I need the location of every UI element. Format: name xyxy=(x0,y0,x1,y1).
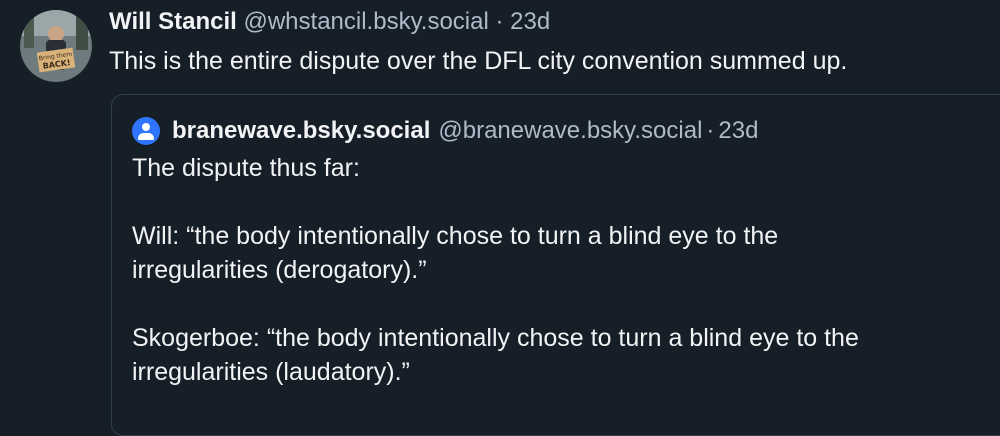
quoted-text-line xyxy=(132,287,992,321)
quoted-author-name[interactable]: branewave.bsky.social xyxy=(172,115,430,147)
quoted-text-line: Skogerboe: “the body intentionally chose… xyxy=(132,324,859,352)
default-avatar-icon[interactable] xyxy=(132,117,160,145)
quoted-text-line: The dispute thus far: xyxy=(132,154,360,182)
avatar-image: Bring them BACK! xyxy=(20,10,92,82)
author-avatar[interactable]: Bring them BACK! xyxy=(20,10,92,82)
post-text: This is the entire dispute over the DFL … xyxy=(109,47,848,75)
post-header: Will Stancil @whstancil.bsky.social · 23… xyxy=(109,6,550,38)
quoted-text-line: irregularities (derogatory).” xyxy=(132,256,427,284)
author-handle[interactable]: @whstancil.bsky.social xyxy=(243,8,488,35)
quoted-text-line: Will: “the body intentionally chose to t… xyxy=(132,222,779,250)
quoted-post[interactable]: branewave.bsky.social @branewave.bsky.so… xyxy=(111,94,1000,436)
quoted-header-separator: · xyxy=(706,117,715,144)
quoted-author-handle[interactable]: @branewave.bsky.social xyxy=(438,115,702,147)
post[interactable]: Bring them BACK! Will Stancil @whstancil… xyxy=(0,0,1000,436)
quoted-post-timestamp[interactable]: 23d xyxy=(718,115,758,147)
post-timestamp[interactable]: 23d xyxy=(510,8,550,35)
quoted-post-text: The dispute thus far: Will: “the body in… xyxy=(132,151,992,389)
header-separator: · xyxy=(495,8,504,35)
quoted-text-line: irregularities (laudatory).” xyxy=(132,358,410,386)
quoted-post-header: branewave.bsky.social @branewave.bsky.so… xyxy=(132,115,758,147)
author-name[interactable]: Will Stancil xyxy=(109,8,237,35)
quoted-text-line xyxy=(132,185,992,219)
